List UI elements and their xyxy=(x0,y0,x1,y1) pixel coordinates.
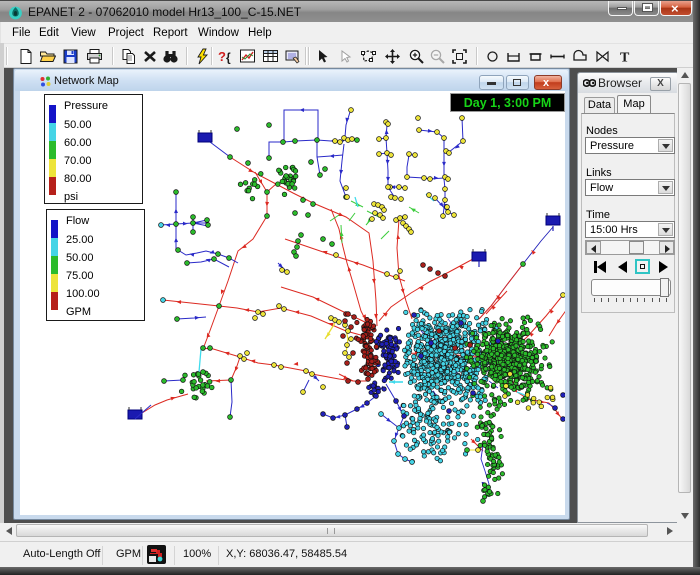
svg-text:T: T xyxy=(620,51,630,66)
svg-text:?: ? xyxy=(218,49,226,64)
svg-text:{: { xyxy=(226,51,231,65)
